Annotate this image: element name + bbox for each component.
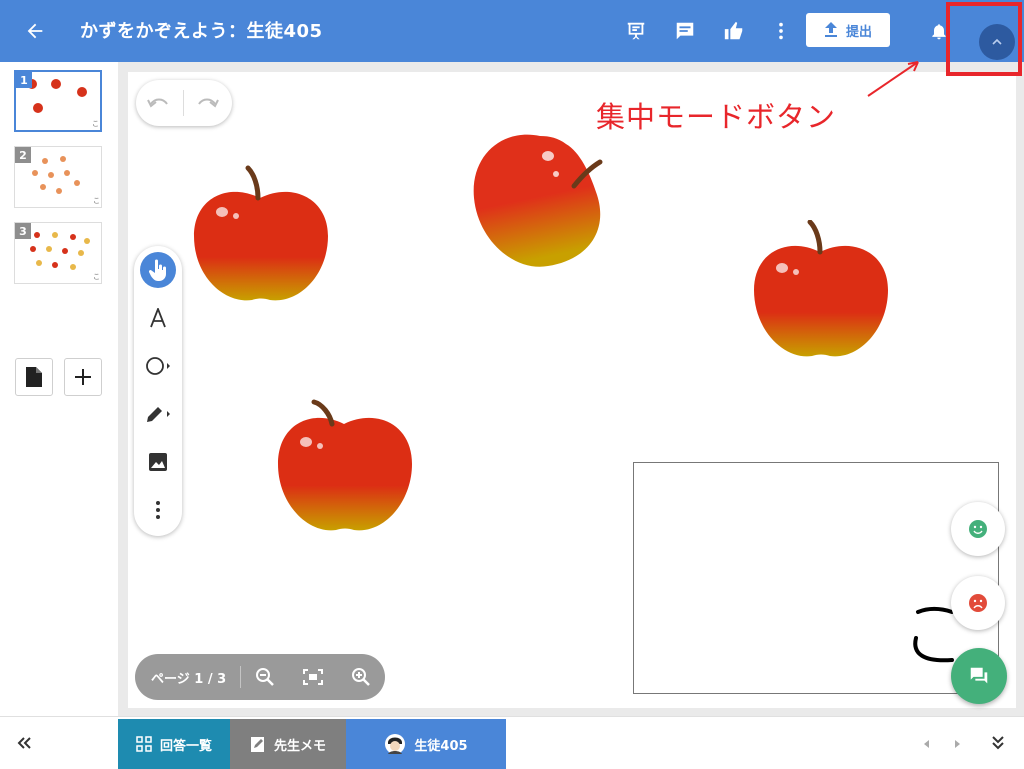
smile-face-icon [969, 520, 987, 538]
undo-redo-bar [136, 80, 232, 126]
presentation-icon [627, 22, 645, 40]
comment-icon [676, 22, 694, 40]
text-tool[interactable] [140, 300, 176, 336]
zoom-out-button[interactable] [252, 664, 278, 690]
submit-button[interactable]: 提出 [806, 13, 890, 47]
tab-label: 先生メモ [273, 738, 326, 754]
shape-tool[interactable] [140, 348, 176, 384]
focus-mode-button[interactable] [979, 24, 1015, 60]
next-icon [955, 740, 960, 748]
bell-icon [932, 24, 946, 40]
like-button[interactable] [720, 17, 748, 45]
svg-text:こ: こ [92, 120, 99, 128]
apple-image[interactable] [748, 220, 894, 362]
focus-mode-annotation: 集中モードボタン [596, 100, 837, 134]
comment-button[interactable] [671, 17, 699, 45]
tab-student[interactable]: 生徒405 [346, 719, 506, 769]
file-icon [26, 367, 42, 387]
next-button[interactable] [948, 735, 968, 753]
image-tool[interactable] [140, 444, 176, 480]
page-sidebar: 1 こ 2 こ 3 こ [0, 62, 118, 716]
chevron-up-icon [992, 38, 1002, 45]
pen-tool[interactable] [140, 396, 176, 432]
svg-text:こ: こ [93, 197, 100, 205]
tab-answer-list[interactable]: 回答一覧 [118, 719, 230, 769]
divider [240, 666, 241, 688]
arrow-left-icon [27, 23, 43, 39]
notification-button[interactable] [925, 17, 953, 45]
page-number: 1 [16, 72, 32, 88]
tool-palette [134, 246, 182, 536]
fit-screen-button[interactable] [300, 664, 326, 690]
collapse-sidebar-button[interactable] [12, 731, 36, 755]
page-indicator: ページ 1 / 3 [151, 672, 227, 687]
redo-icon [198, 98, 219, 108]
pen-tool-icon [147, 407, 170, 422]
tab-label: 回答一覧 [159, 738, 212, 754]
more-menu-button[interactable] [767, 17, 795, 45]
submit-label: 提出 [845, 24, 872, 40]
thumbs-up-icon [724, 21, 743, 40]
undo-button[interactable] [146, 91, 170, 115]
plus-icon [75, 369, 91, 385]
happy-reaction-button[interactable] [951, 502, 1005, 556]
pointer-tool[interactable] [140, 252, 176, 288]
sad-reaction-button[interactable] [951, 576, 1005, 630]
more-tools-button[interactable] [140, 492, 176, 528]
shape-tool-icon [146, 357, 170, 375]
chat-button[interactable] [951, 648, 1007, 704]
prev-button[interactable] [916, 735, 936, 753]
zoom-out-icon [256, 668, 274, 686]
presentation-button[interactable] [622, 17, 650, 45]
divider [183, 90, 184, 116]
double-chevron-left-icon [17, 737, 31, 749]
tab-teacher-memo[interactable]: 先生メモ [230, 719, 346, 769]
back-button[interactable] [20, 16, 50, 46]
svg-text:こ: こ [93, 273, 100, 281]
expand-panel-button[interactable] [986, 731, 1010, 755]
redo-button[interactable] [196, 91, 220, 115]
zoom-in-icon [352, 668, 370, 686]
double-chevron-down-icon [992, 736, 1004, 750]
chat-icon [970, 667, 988, 684]
text-tool-icon [150, 308, 166, 328]
page-thumbnail-1[interactable]: 1 こ [14, 70, 102, 132]
page-title: かずをかぞえよう：生徒405 [80, 21, 323, 42]
page-number: 3 [15, 223, 31, 239]
page-thumbnail-2[interactable]: 2 こ [14, 146, 102, 208]
add-page-button[interactable] [15, 358, 53, 396]
apple-image[interactable] [188, 164, 334, 306]
zoom-bar: ページ 1 / 3 [135, 654, 385, 700]
annotation-arrow-icon [867, 61, 919, 97]
hand-pointer-icon [148, 259, 166, 281]
more-vert-icon [156, 501, 160, 519]
zoom-in-button[interactable] [348, 664, 374, 690]
add-button[interactable] [64, 358, 102, 396]
apple-image[interactable] [272, 398, 418, 538]
fit-screen-icon [303, 669, 323, 685]
image-tool-icon [149, 453, 167, 471]
page-number: 2 [15, 147, 31, 163]
grid-icon [136, 736, 152, 752]
more-vert-icon [779, 22, 783, 40]
app-header: かずをかぞえよう：生徒405 提出 [0, 0, 1024, 62]
tab-label: 生徒405 [414, 738, 468, 754]
page-thumbnail-3[interactable]: 3 こ [14, 222, 102, 284]
note-edit-icon [250, 737, 264, 752]
undo-icon [147, 98, 168, 108]
prev-icon [924, 740, 929, 748]
sad-face-icon [969, 594, 987, 612]
upload-icon [824, 22, 837, 37]
bottom-bar: 回答一覧 先生メモ 生徒405 [0, 716, 1024, 769]
student-avatar-icon [385, 734, 406, 754]
apple-image[interactable] [462, 122, 612, 274]
